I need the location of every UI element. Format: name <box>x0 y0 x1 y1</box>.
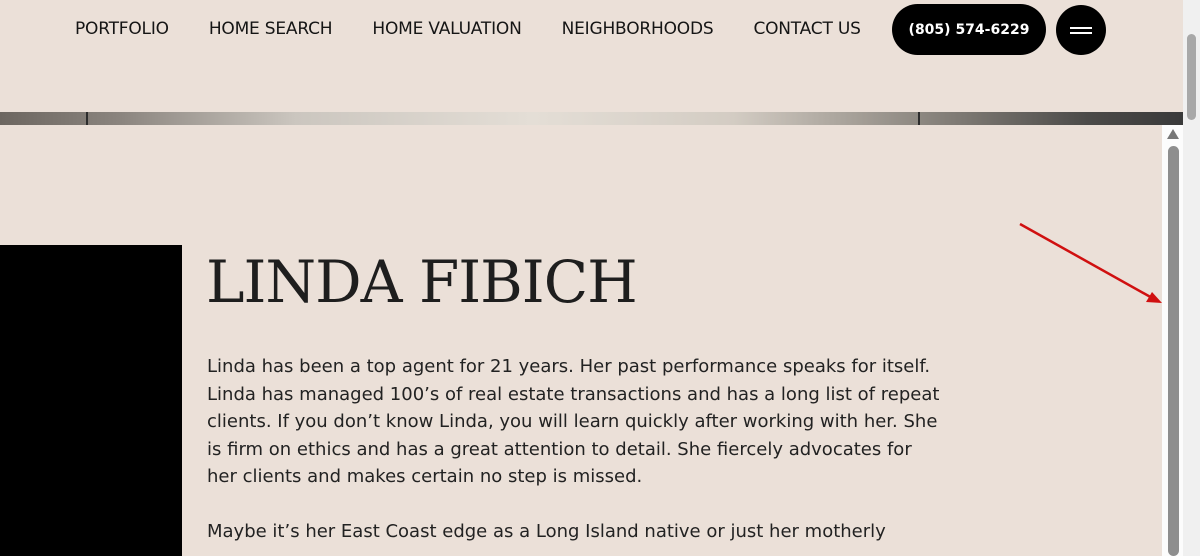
annotation-arrow-icon <box>1019 222 1162 303</box>
